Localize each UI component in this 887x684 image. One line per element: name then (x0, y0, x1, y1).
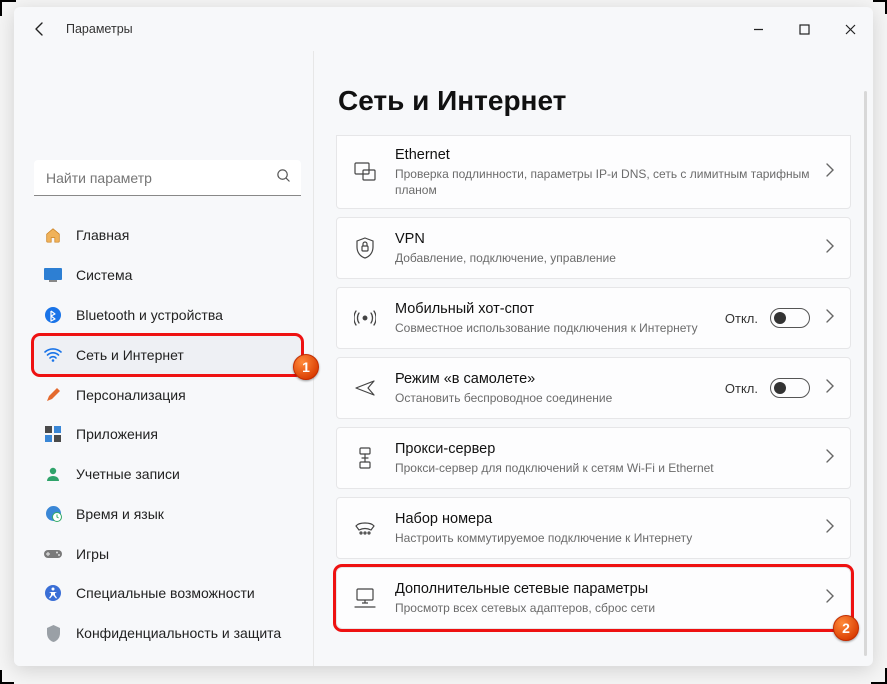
back-button[interactable] (20, 9, 60, 49)
chevron-right-icon (826, 379, 834, 398)
vpn-shield-icon (349, 237, 381, 259)
close-button[interactable] (827, 13, 873, 45)
chevron-right-icon (826, 449, 834, 468)
callout-badge-1: 1 (293, 354, 319, 380)
card-title: Дополнительные сетевые параметры (395, 580, 826, 599)
monitor-network-icon (349, 588, 381, 608)
card-subtitle: Совместное использование подключения к И… (395, 320, 725, 336)
window-title: Параметры (66, 22, 133, 36)
titlebar: Параметры (14, 7, 873, 51)
accessibility-icon (44, 584, 62, 602)
card-subtitle: Просмотр всех сетевых адаптеров, сброс с… (395, 600, 826, 616)
phone-icon (349, 520, 381, 536)
card-title: Прокси-сервер (395, 440, 826, 459)
card-subtitle: Добавление, подключение, управление (395, 250, 826, 266)
sidebar-item-label: Сеть и Интернет (76, 347, 184, 363)
card-title: Ethernet (395, 146, 826, 165)
sidebar-item-privacy[interactable]: Конфиденциальность и защита (34, 614, 301, 652)
card-airplane[interactable]: Режим «в самолете» Остановить беспроводн… (336, 357, 851, 419)
bluetooth-icon (44, 306, 62, 324)
settings-window: Параметры Главная Система (14, 7, 873, 666)
toggle-state-label: Откл. (725, 311, 758, 326)
sidebar-item-accounts[interactable]: Учетные записи (34, 455, 301, 493)
search-input[interactable] (34, 160, 301, 196)
callout-badge-2: 2 (833, 615, 859, 641)
wifi-icon (44, 346, 62, 364)
sidebar-item-label: Время и язык (76, 506, 164, 522)
card-subtitle: Прокси-сервер для подключений к сетям Wi… (395, 460, 826, 476)
scrollbar[interactable] (864, 91, 867, 656)
page-title: Сеть и Интернет (338, 85, 851, 117)
gamepad-icon (44, 545, 62, 563)
sidebar: Главная Система Bluetooth и устройства С… (14, 51, 314, 666)
sidebar-item-network[interactable]: Сеть и Интернет (34, 336, 301, 374)
hotspot-toggle[interactable] (770, 308, 810, 328)
chevron-right-icon (826, 239, 834, 258)
card-subtitle: Остановить беспроводное соединение (395, 390, 725, 406)
card-advanced-network[interactable]: Дополнительные сетевые параметры Просмот… (336, 567, 851, 629)
main-pane: Сеть и Интернет Ethernet Проверка подлин… (314, 51, 873, 666)
sidebar-item-bluetooth[interactable]: Bluetooth и устройства (34, 296, 301, 334)
card-title: Набор номера (395, 510, 826, 529)
sidebar-item-personalization[interactable]: Персонализация (34, 376, 301, 414)
maximize-button[interactable] (781, 13, 827, 45)
chevron-right-icon (826, 519, 834, 538)
sidebar-item-label: Bluetooth и устройства (76, 307, 223, 323)
sidebar-item-label: Приложения (76, 426, 158, 442)
sidebar-item-gaming[interactable]: Игры (34, 535, 301, 573)
card-title: VPN (395, 230, 826, 249)
card-subtitle: Проверка подлинности, параметры IP-и DNS… (395, 166, 826, 198)
card-title: Мобильный хот-спот (395, 300, 725, 319)
home-icon (44, 226, 62, 244)
card-subtitle: Настроить коммутируемое подключение к Ин… (395, 530, 826, 546)
sidebar-item-label: Система (76, 267, 132, 283)
search-field-wrap (34, 160, 301, 196)
card-hotspot[interactable]: Мобильный хот-спот Совместное использова… (336, 287, 851, 349)
sidebar-item-label: Конфиденциальность и защита (76, 625, 281, 641)
chevron-right-icon (826, 309, 834, 328)
ethernet-icon (349, 162, 381, 182)
chevron-right-icon (826, 589, 834, 608)
card-vpn[interactable]: VPN Добавление, подключение, управление (336, 217, 851, 279)
sidebar-item-home[interactable]: Главная (34, 216, 301, 254)
card-ethernet[interactable]: Ethernet Проверка подлинности, параметры… (336, 135, 851, 209)
card-proxy[interactable]: Прокси-сервер Прокси-сервер для подключе… (336, 427, 851, 489)
sidebar-item-label: Игры (76, 546, 109, 562)
system-icon (44, 266, 62, 284)
sidebar-item-system[interactable]: Система (34, 256, 301, 294)
globe-clock-icon (44, 505, 62, 523)
person-icon (44, 465, 62, 483)
sidebar-item-apps[interactable]: Приложения (34, 415, 301, 453)
sidebar-item-label: Персонализация (76, 387, 186, 403)
apps-icon (44, 425, 62, 443)
hotspot-icon (349, 309, 381, 327)
brush-icon (44, 386, 62, 404)
card-title: Режим «в самолете» (395, 370, 725, 389)
airplane-toggle[interactable] (770, 378, 810, 398)
minimize-button[interactable] (735, 13, 781, 45)
sidebar-item-label: Специальные возможности (76, 585, 255, 601)
airplane-icon (349, 378, 381, 398)
shield-icon (44, 624, 62, 642)
proxy-icon (349, 447, 381, 469)
toggle-state-label: Откл. (725, 381, 758, 396)
sidebar-item-time-language[interactable]: Время и язык (34, 495, 301, 533)
sidebar-item-accessibility[interactable]: Специальные возможности (34, 574, 301, 612)
sidebar-item-label: Учетные записи (76, 466, 180, 482)
chevron-right-icon (826, 163, 834, 182)
card-dialup[interactable]: Набор номера Настроить коммутируемое под… (336, 497, 851, 559)
sidebar-item-label: Главная (76, 227, 129, 243)
